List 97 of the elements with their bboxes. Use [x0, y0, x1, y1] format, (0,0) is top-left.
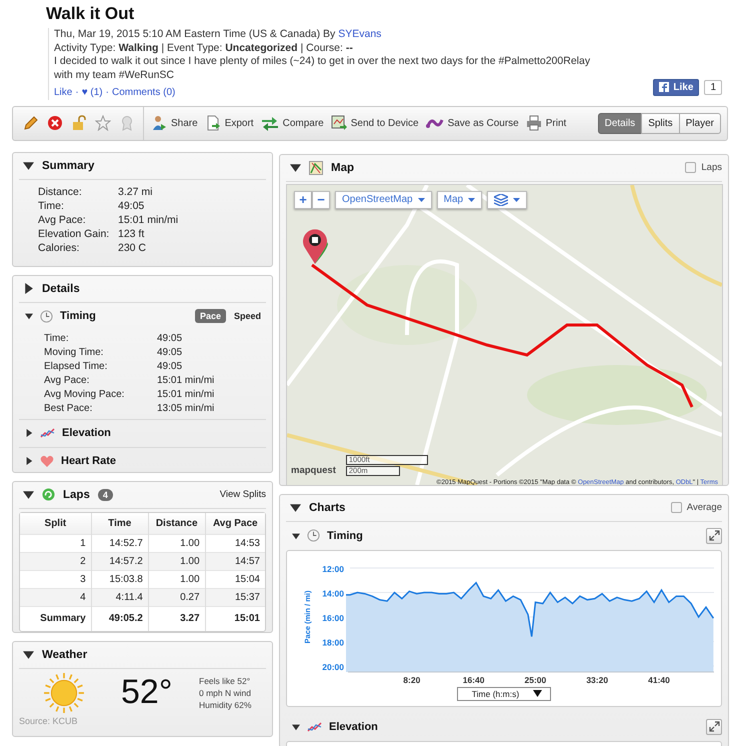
toolbar-button[interactable]: Compare: [260, 115, 324, 131]
map-logo: mapquest: [291, 464, 336, 476]
table-cell: 14:57.2: [91, 552, 148, 570]
panel-title: Details: [42, 282, 80, 294]
stat-value: 49:05: [157, 360, 184, 372]
page-title: Walk it Out: [46, 4, 136, 24]
view-tab[interactable]: Splits: [641, 112, 680, 134]
stat-label: Best Pace:: [44, 402, 94, 414]
column-header: Time: [91, 512, 148, 534]
tick-label: 25:00: [524, 674, 546, 684]
separator: ·: [75, 87, 79, 98]
stat-label: Time:: [44, 332, 70, 344]
stat-value: 3.27 mi: [118, 186, 154, 198]
section-title: Timing: [327, 530, 363, 542]
stat-label: Avg Pace:: [38, 214, 87, 226]
stat-label: Elapsed Time:: [44, 360, 108, 372]
column-header: Avg Pace: [205, 512, 265, 534]
stat-label: Avg Moving Pace:: [44, 388, 126, 400]
tick-label: 20:00: [322, 662, 344, 672]
stat-value: 123 ft: [118, 228, 146, 240]
toggle-button[interactable]: Pace: [194, 309, 226, 323]
activity-meta: Activity Type: Walking | Event Type: Uncategorized | Course: --: [54, 42, 354, 55]
checkbox-label[interactable]: Average: [686, 502, 722, 513]
stat-value: 230 C: [118, 242, 148, 254]
activity-description: I decided to walk it out since I have plenty of miles (~24) to get in over the next two days for the #Palmetto200Relay with my team #WeRunSC: [54, 55, 592, 82]
temperature: 52°: [121, 673, 174, 712]
section-title: Heart Rate: [61, 455, 116, 467]
stat-value: 15:01 min/mi: [157, 388, 216, 400]
stat-label: Time:: [38, 200, 65, 212]
panel-title: Weather: [42, 648, 88, 660]
tick-label: 33:20: [586, 674, 608, 684]
map-dropdown[interactable]: Map: [436, 190, 482, 208]
view-tab[interactable]: Player: [678, 112, 721, 134]
tick-label: 12:00: [322, 564, 344, 574]
table-cell: 49:05.2: [91, 606, 148, 630]
tick-label: 18:00: [322, 637, 344, 647]
tick-label: 16:00: [322, 612, 344, 622]
panel-title: Laps: [63, 488, 90, 500]
table-cell: 15:01: [205, 606, 265, 630]
view-tab[interactable]: Details: [598, 112, 642, 134]
column-header: Distance: [148, 512, 206, 534]
stat-value: 49:05: [157, 346, 184, 358]
table-cell: 15:37: [205, 588, 265, 606]
column-header: Split: [20, 512, 92, 534]
table-cell: 3.27: [148, 606, 206, 630]
table-cell: 14:57: [205, 552, 265, 570]
like-count: 1: [704, 80, 722, 94]
table-cell: 4: [20, 588, 92, 606]
tick-label: 41:40: [648, 674, 670, 684]
view-splits-link[interactable]: View Splits: [220, 489, 266, 500]
table-cell: 1.00: [148, 552, 206, 570]
toolbar-button[interactable]: Save as Course: [426, 116, 519, 130]
social-link[interactable]: ♥ (1): [82, 87, 103, 98]
separator: ·: [106, 87, 109, 98]
social-link[interactable]: Like: [54, 87, 72, 98]
stat-label: Distance:: [38, 186, 83, 198]
table-cell: 2: [20, 552, 92, 570]
zoom-button[interactable]: −: [312, 190, 330, 208]
toggle-button[interactable]: Speed: [228, 309, 266, 323]
stat-value: 15:01 min/mi: [118, 214, 180, 226]
section-title: Elevation: [62, 427, 111, 439]
lap-count-badge: 4: [98, 488, 113, 500]
toolbar-button[interactable]: Export: [204, 115, 254, 131]
table-cell: Summary: [20, 606, 92, 630]
stat-value: 13:05 min/mi: [157, 402, 216, 414]
panel-title: Charts: [309, 502, 346, 514]
panel-title: Map: [331, 162, 354, 174]
tick-label: 16:40: [462, 674, 484, 684]
toolbar-button[interactable]: Print: [526, 115, 566, 131]
stat-label: Moving Time:: [44, 346, 104, 358]
tick-label: 14:00: [322, 588, 344, 598]
like-button[interactable]: Like: [653, 78, 700, 96]
map-dropdown[interactable]: OpenStreetMap: [335, 190, 432, 208]
activity-date: Thu, Mar 19, 2015 5:10 AM Eastern Time (US & Canada) By: [54, 28, 336, 40]
toolbar-button[interactable]: Send to Device: [330, 115, 419, 131]
zoom-button[interactable]: +: [294, 190, 312, 208]
section-title: Timing: [60, 310, 96, 322]
panel-title: Summary: [42, 160, 94, 172]
toolbar-button[interactable]: Share: [151, 115, 198, 131]
weather-source: Source: KCUB: [18, 714, 79, 726]
checkbox-label[interactable]: Laps: [701, 162, 722, 173]
stat-value: 15:01 min/mi: [157, 374, 216, 386]
stat-label: Elevation Gain:: [38, 228, 110, 240]
tick-label: 8:20: [403, 674, 420, 684]
table-cell: 4:11.4: [91, 588, 148, 606]
author-link[interactable]: SYEvans: [338, 28, 382, 40]
stat-label: Calories:: [38, 242, 80, 254]
stat-value: 49:05: [157, 332, 184, 344]
table-cell: 0.27: [148, 588, 206, 606]
stat-value: 49:05: [118, 200, 146, 212]
weather-detail: Feels like 52°: [199, 674, 252, 686]
weather-detail: 0 mph N wind: [199, 686, 252, 698]
social-link[interactable]: Comments (0): [112, 87, 176, 98]
axis-dropdown[interactable]: Time (h:m:s): [456, 686, 552, 700]
weather-detail: Humidity 62%: [199, 698, 252, 710]
section-title: Elevation: [329, 720, 378, 732]
stat-label: Avg Pace:: [44, 374, 90, 386]
